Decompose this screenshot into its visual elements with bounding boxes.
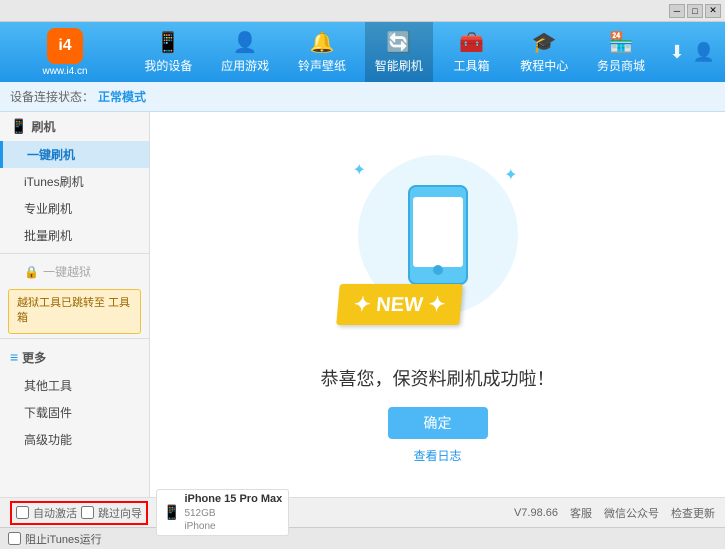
- bottom-left: 自动激活 跳过向导 📱 iPhone 15 Pro Max 512GB iPho…: [10, 489, 514, 535]
- nav-item-apps-games[interactable]: 👤 应用游戏: [211, 22, 279, 82]
- logo-icon: i4: [47, 28, 83, 64]
- customer-service-link[interactable]: 客服: [570, 505, 592, 521]
- nav-right: ⬇ 👤: [659, 42, 725, 63]
- version-label: V7.98.66: [514, 507, 558, 519]
- user-button[interactable]: 👤: [693, 42, 715, 63]
- sparkle-icon-2: ✦: [504, 165, 517, 185]
- status-bar: 设备连接状态： 正常模式: [0, 82, 725, 112]
- auto-activate-checkbox[interactable]: [16, 506, 29, 519]
- itunes-label: 阻止iTunes运行: [25, 531, 102, 547]
- sidebar-item-advanced[interactable]: 高级功能: [0, 426, 149, 453]
- skip-guide-label: 跳过向导: [98, 505, 142, 521]
- nav-label-service: 务员商城: [597, 57, 645, 74]
- sidebar-warning-box: 越狱工具已跳转至 工具箱: [8, 289, 141, 334]
- window-controls[interactable]: ─ □ ✕: [669, 4, 721, 18]
- nav-label-smart-flash: 智能刷机: [375, 57, 423, 74]
- phone-body: [408, 185, 468, 285]
- sidebar-separator-1: [0, 253, 149, 254]
- more-section-label: 更多: [22, 349, 46, 366]
- nav-item-toolbox[interactable]: 🧰 工具箱: [442, 22, 502, 82]
- more-section-header: ≡ 更多: [0, 343, 149, 372]
- success-text: 恭喜您，保资料刷机成功啦！: [321, 365, 555, 391]
- more-section-icon: ≡: [10, 349, 18, 365]
- auto-activate-label: 自动激活: [33, 505, 77, 521]
- nav-item-my-device[interactable]: 📱 我的设备: [134, 22, 202, 82]
- sidebar-jailbreak-disabled: 🔒 一键越狱: [0, 258, 149, 285]
- minimize-button[interactable]: ─: [669, 4, 685, 18]
- nav-item-ringtones[interactable]: 🔔 铃声壁纸: [288, 22, 356, 82]
- flash-section-icon: 📱: [10, 118, 27, 135]
- sidebar-item-one-key-flash[interactable]: 一键刷机: [0, 141, 149, 168]
- nav-item-service[interactable]: 🏪 务员商城: [587, 22, 655, 82]
- status-prefix: 设备连接状态：: [10, 88, 94, 105]
- device-type: iPhone: [184, 520, 282, 533]
- ringtones-icon: 🔔: [309, 30, 334, 55]
- sparkle-icon-1: ✦: [353, 160, 366, 180]
- phone-illustration: ✦ NEW ✦ ✦ ✦: [338, 145, 538, 345]
- sidebar-item-batch-flash[interactable]: 批量刷机: [0, 222, 149, 249]
- device-storage: 512GB: [184, 507, 282, 520]
- sidebar-item-itunes-flash[interactable]: iTunes刷机: [0, 168, 149, 195]
- skip-guide-checkbox[interactable]: [81, 506, 94, 519]
- view-log-link[interactable]: 查看日志: [413, 447, 461, 464]
- phone-screen: [413, 197, 463, 267]
- bottom-right: V7.98.66 客服 微信公众号 检查更新: [514, 505, 715, 521]
- sidebar-separator-2: [0, 338, 149, 339]
- bottom-bar: 自动激活 跳过向导 📱 iPhone 15 Pro Max 512GB iPho…: [0, 497, 725, 527]
- nav-label-toolbox: 工具箱: [453, 57, 489, 74]
- nav-items: 📱 我的设备 👤 应用游戏 🔔 铃声壁纸 🔄 智能刷机 🧰 工具箱 🎓 教程中心…: [130, 22, 659, 82]
- nav-label-apps-games: 应用游戏: [221, 57, 269, 74]
- device-name: iPhone 15 Pro Max: [184, 492, 282, 506]
- logo-area: i4 www.i4.cn: [0, 28, 130, 77]
- nav-label-my-device: 我的设备: [144, 57, 192, 74]
- auto-activate-area: 自动激活 跳过向导: [10, 501, 148, 525]
- new-badge: ✦ NEW ✦: [336, 284, 463, 325]
- tutorial-icon: 🎓: [532, 30, 557, 55]
- sidebar: 📱 刷机 一键刷机 iTunes刷机 专业刷机 批量刷机 🔒 一键越狱 越狱工具…: [0, 112, 150, 497]
- top-nav: i4 www.i4.cn 📱 我的设备 👤 应用游戏 🔔 铃声壁纸 🔄 智能刷机…: [0, 22, 725, 82]
- confirm-button[interactable]: 确定: [388, 407, 488, 439]
- my-device-icon: 📱: [156, 30, 181, 55]
- download-button[interactable]: ⬇: [669, 42, 684, 63]
- maximize-button[interactable]: □: [687, 4, 703, 18]
- sidebar-item-download-firmware[interactable]: 下载固件: [0, 399, 149, 426]
- main-layout: 📱 刷机 一键刷机 iTunes刷机 专业刷机 批量刷机 🔒 一键越狱 越狱工具…: [0, 112, 725, 497]
- wechat-link[interactable]: 微信公众号: [604, 505, 659, 521]
- close-button[interactable]: ✕: [705, 4, 721, 18]
- apps-games-icon: 👤: [233, 30, 258, 55]
- nav-item-smart-flash[interactable]: 🔄 智能刷机: [365, 22, 433, 82]
- title-bar: ─ □ ✕: [0, 0, 725, 22]
- itunes-checkbox[interactable]: [8, 532, 21, 545]
- service-icon: 🏪: [609, 30, 634, 55]
- check-update-link[interactable]: 检查更新: [671, 505, 715, 521]
- sidebar-item-pro-flash[interactable]: 专业刷机: [0, 195, 149, 222]
- content-area: ✦ NEW ✦ ✦ ✦ 恭喜您，保资料刷机成功啦！ 确定 查看日志: [150, 112, 725, 497]
- nav-item-tutorial[interactable]: 🎓 教程中心: [510, 22, 578, 82]
- flash-section-header: 📱 刷机: [0, 112, 149, 141]
- status-value: 正常模式: [98, 88, 146, 105]
- smart-flash-icon: 🔄: [386, 30, 411, 55]
- bottom-device-info: 📱 iPhone 15 Pro Max 512GB iPhone: [156, 489, 289, 535]
- logo-text: www.i4.cn: [42, 66, 87, 77]
- device-phone-icon: 📱: [163, 504, 180, 521]
- flash-section-label: 刷机: [31, 118, 55, 135]
- nav-label-tutorial: 教程中心: [520, 57, 568, 74]
- sidebar-item-other-tools[interactable]: 其他工具: [0, 372, 149, 399]
- phone-home-button: [433, 265, 443, 275]
- nav-label-ringtones: 铃声壁纸: [298, 57, 346, 74]
- lock-icon: 🔒: [24, 265, 39, 279]
- toolbox-icon: 🧰: [459, 30, 484, 55]
